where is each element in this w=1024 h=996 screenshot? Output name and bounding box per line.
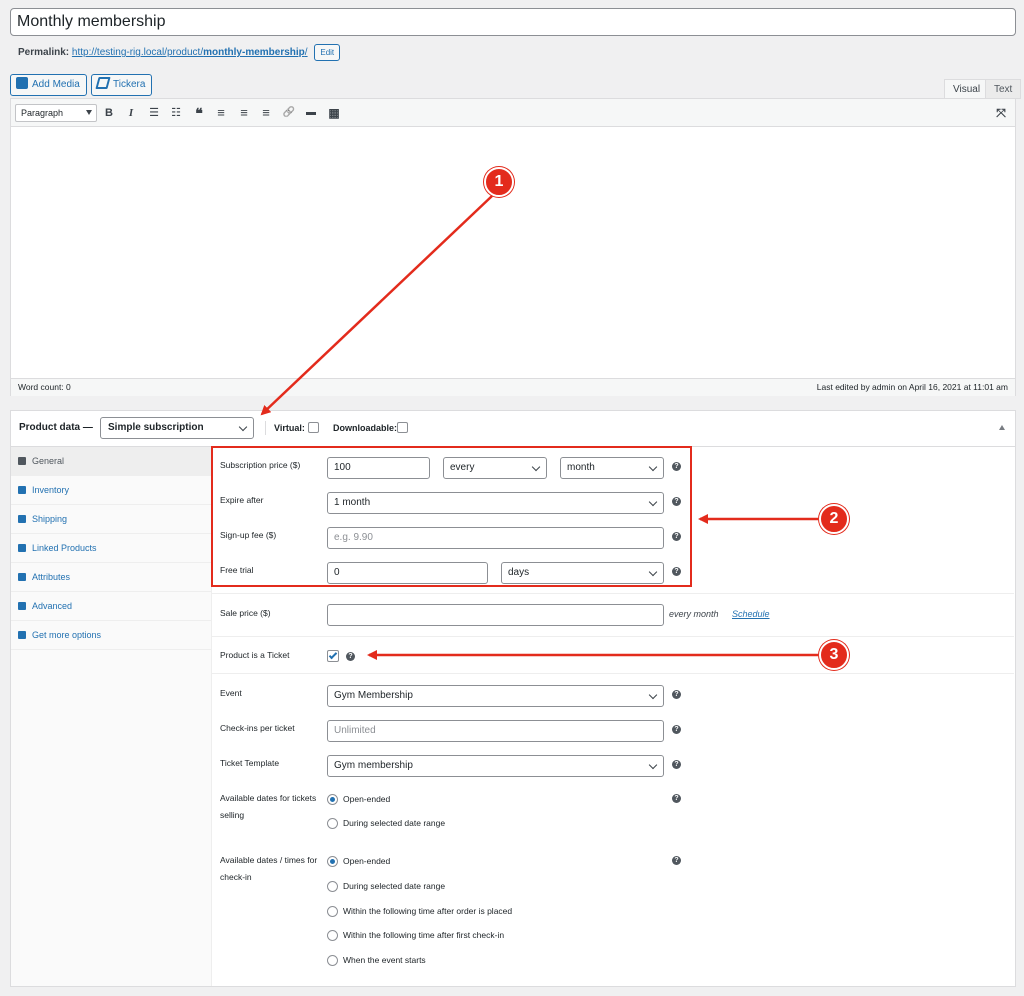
annotation-badge-1: 1: [484, 167, 514, 197]
annotation-badge-3: 3: [819, 640, 849, 670]
annotation-badge-2: 2: [819, 504, 849, 534]
arrow-1: [260, 195, 493, 416]
annotation-arrows: [260, 195, 818, 660]
